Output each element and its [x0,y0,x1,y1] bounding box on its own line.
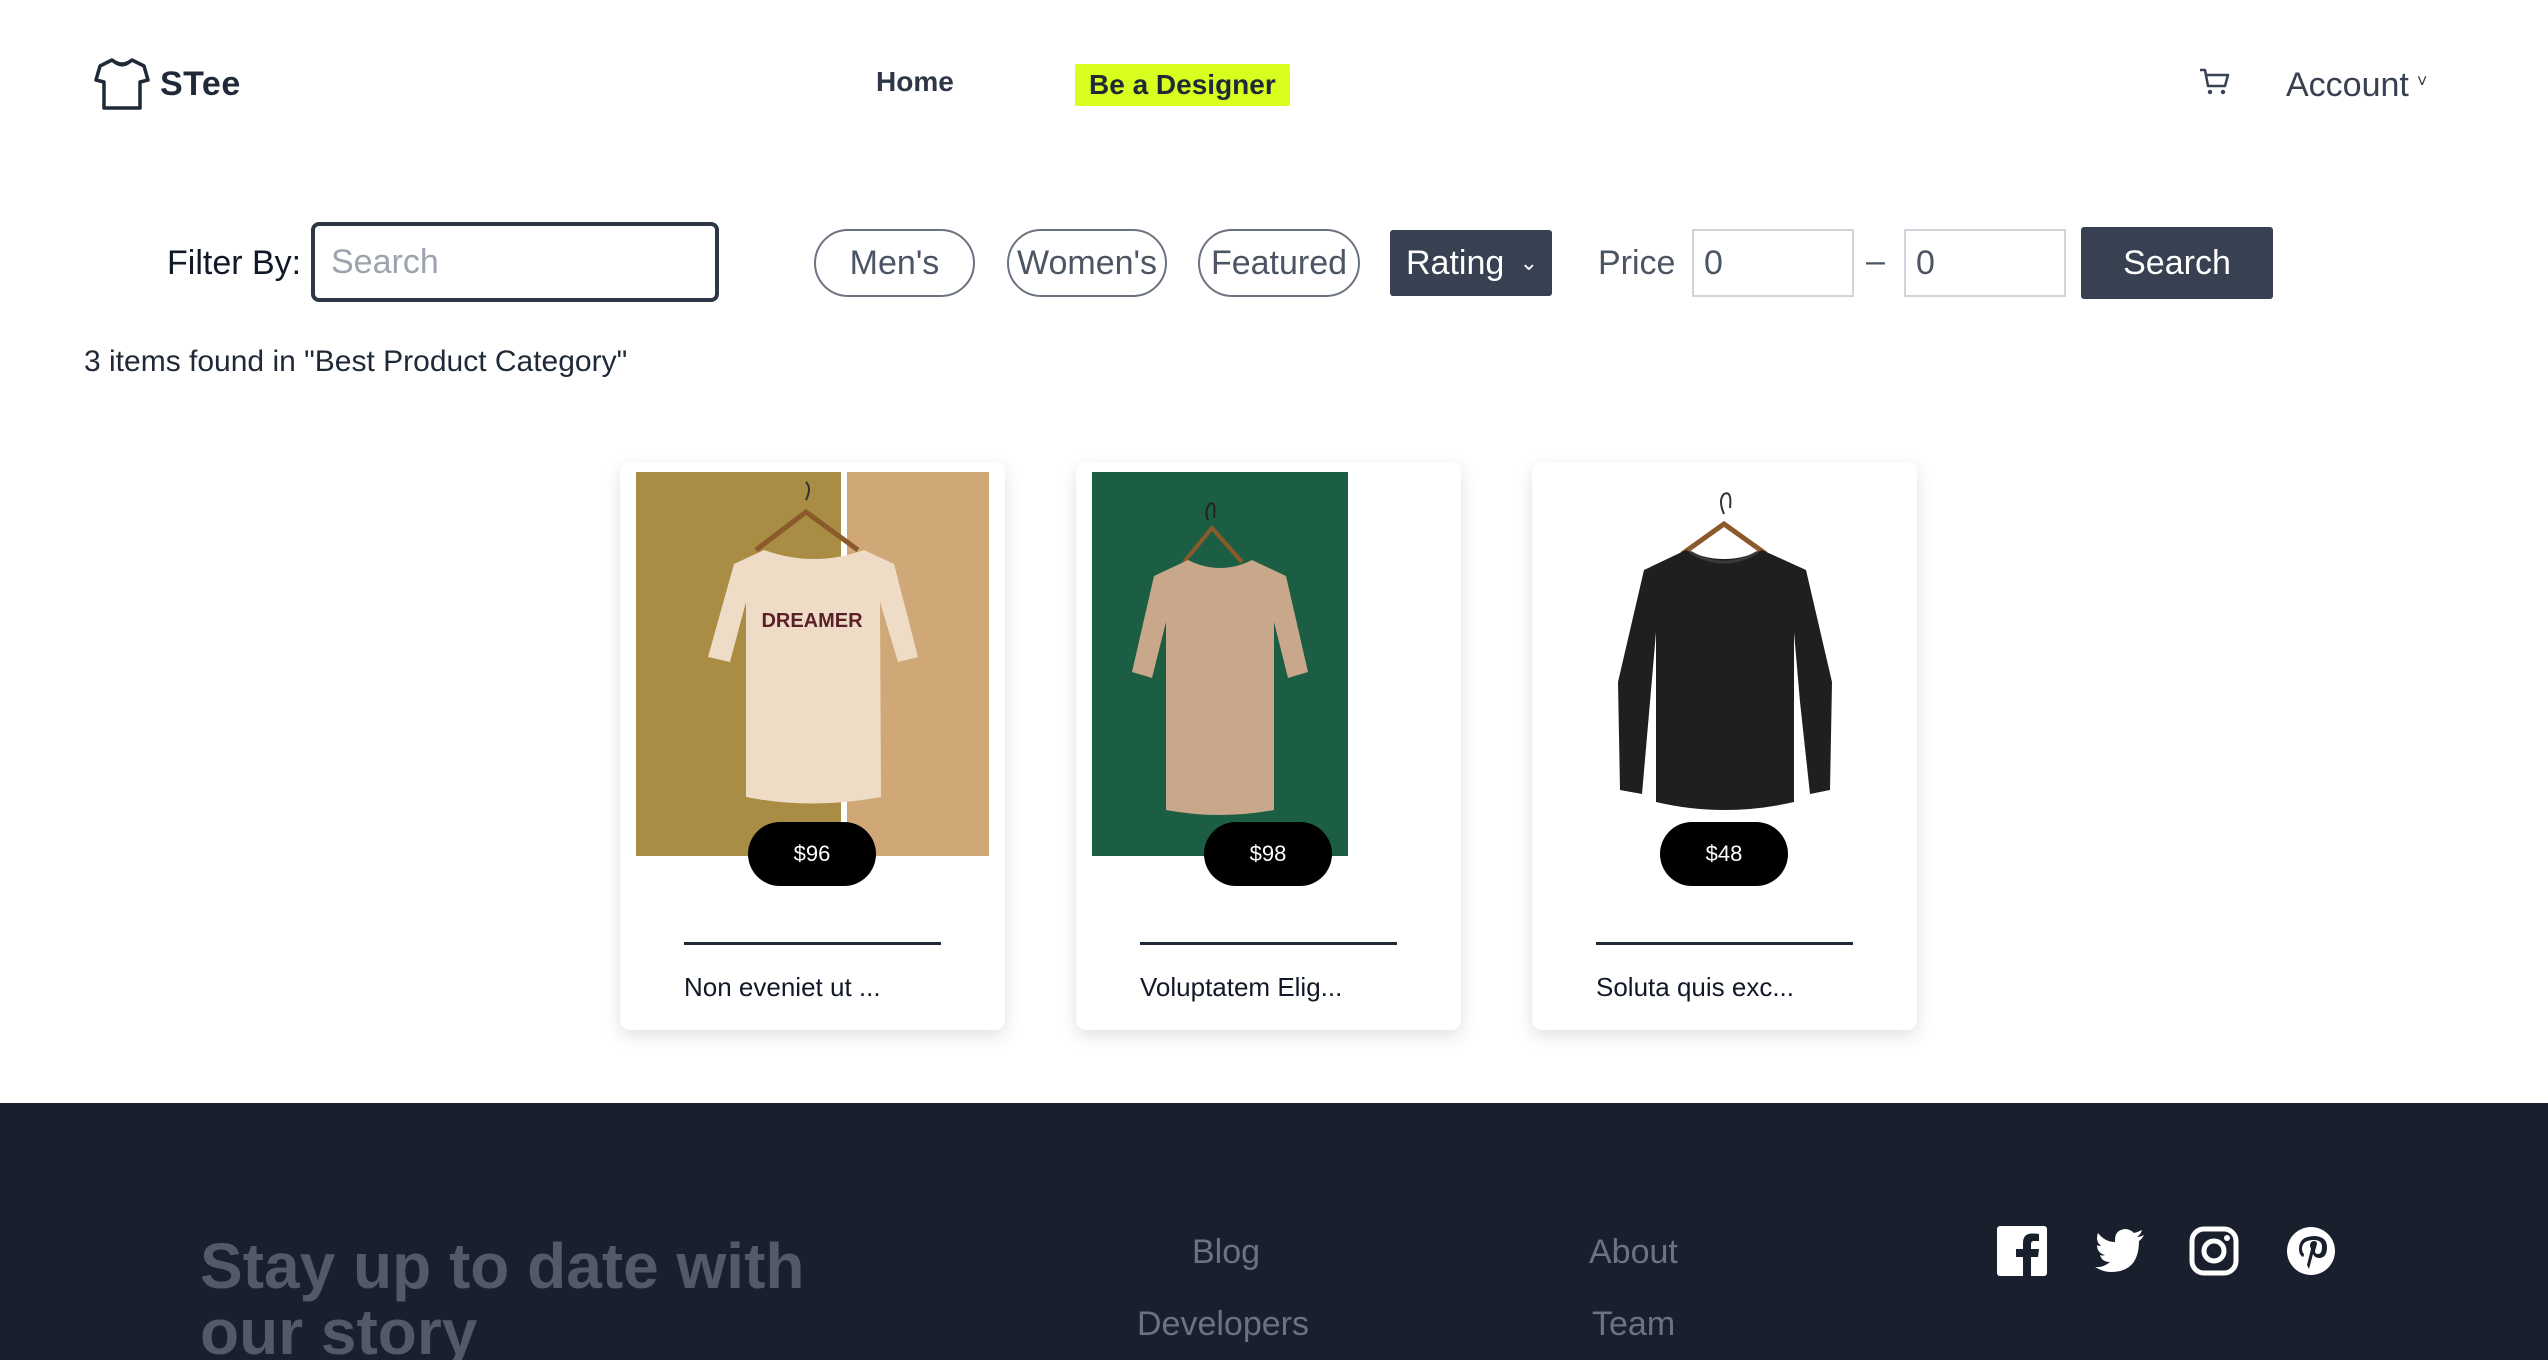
sort-select-value: Rating [1406,243,1505,282]
account-label: Account [2286,66,2409,104]
price-min-input[interactable] [1692,229,1854,297]
search-button[interactable]: Search [2081,227,2273,299]
price-badge: $96 [748,822,876,886]
facebook-icon[interactable] [1996,1225,2048,1277]
filter-by-label: Filter By: [167,244,302,282]
price-badge: $98 [1204,822,1332,886]
product-image[interactable] [1092,472,1348,856]
svg-text:DREAMER: DREAMER [761,610,863,632]
sort-select[interactable]: Rating ⌄ [1390,230,1552,296]
twitter-icon[interactable] [2094,1225,2146,1277]
filter-chip-mens[interactable]: Men's [814,229,975,297]
filter-chip-womens[interactable]: Women's [1007,229,1167,297]
nav-be-a-designer-link[interactable]: Be a Designer [1075,64,1290,106]
footer-tagline: Stay up to date with our story [200,1230,805,1360]
pinterest-icon[interactable] [2285,1225,2337,1277]
brand-logo[interactable]: STee [90,52,241,116]
footer: Stay up to date with our story Blog Deve… [0,1103,2548,1360]
page: STee Home Be a Designer Account ˅ Filter… [0,0,2548,1360]
chevron-down-icon: ⌄ [1519,250,1538,275]
product-title[interactable]: Non eveniet ut ... [684,972,881,1003]
account-menu[interactable]: Account ˅ [2286,66,2427,105]
nav-home-link[interactable]: Home [876,66,954,98]
product-card[interactable]: $98 Voluptatem Elig... [1076,462,1461,1030]
footer-link-about[interactable]: About [1589,1233,1678,1272]
chevron-down-icon: ˅ [2416,71,2428,91]
product-card[interactable]: DREAMER $96 Non eveniet ut ... [620,462,1005,1030]
price-badge: $48 [1660,822,1788,886]
brand-name: STee [160,64,241,103]
tshirt-icon [94,58,150,110]
footer-link-team[interactable]: Team [1592,1305,1675,1344]
card-divider [1596,942,1853,945]
instagram-icon[interactable] [2188,1225,2240,1277]
cart-icon[interactable] [2196,64,2232,100]
search-input[interactable] [311,222,719,302]
product-title[interactable]: Soluta quis exc... [1596,972,1794,1003]
price-range-dash: – [1866,242,1885,280]
product-title[interactable]: Voluptatem Elig... [1140,972,1342,1003]
price-label: Price [1598,244,1676,282]
price-max-input[interactable] [1904,229,2066,297]
product-image[interactable] [1548,472,1901,856]
footer-link-blog[interactable]: Blog [1192,1233,1260,1272]
filter-chip-featured[interactable]: Featured [1198,229,1360,297]
card-divider [684,942,941,945]
product-image[interactable]: DREAMER [636,472,989,856]
footer-link-developers[interactable]: Developers [1137,1305,1309,1344]
card-divider [1140,942,1397,945]
product-card[interactable]: $48 Soluta quis exc... [1532,462,1917,1030]
results-summary: 3 items found in "Best Product Category" [84,345,628,378]
